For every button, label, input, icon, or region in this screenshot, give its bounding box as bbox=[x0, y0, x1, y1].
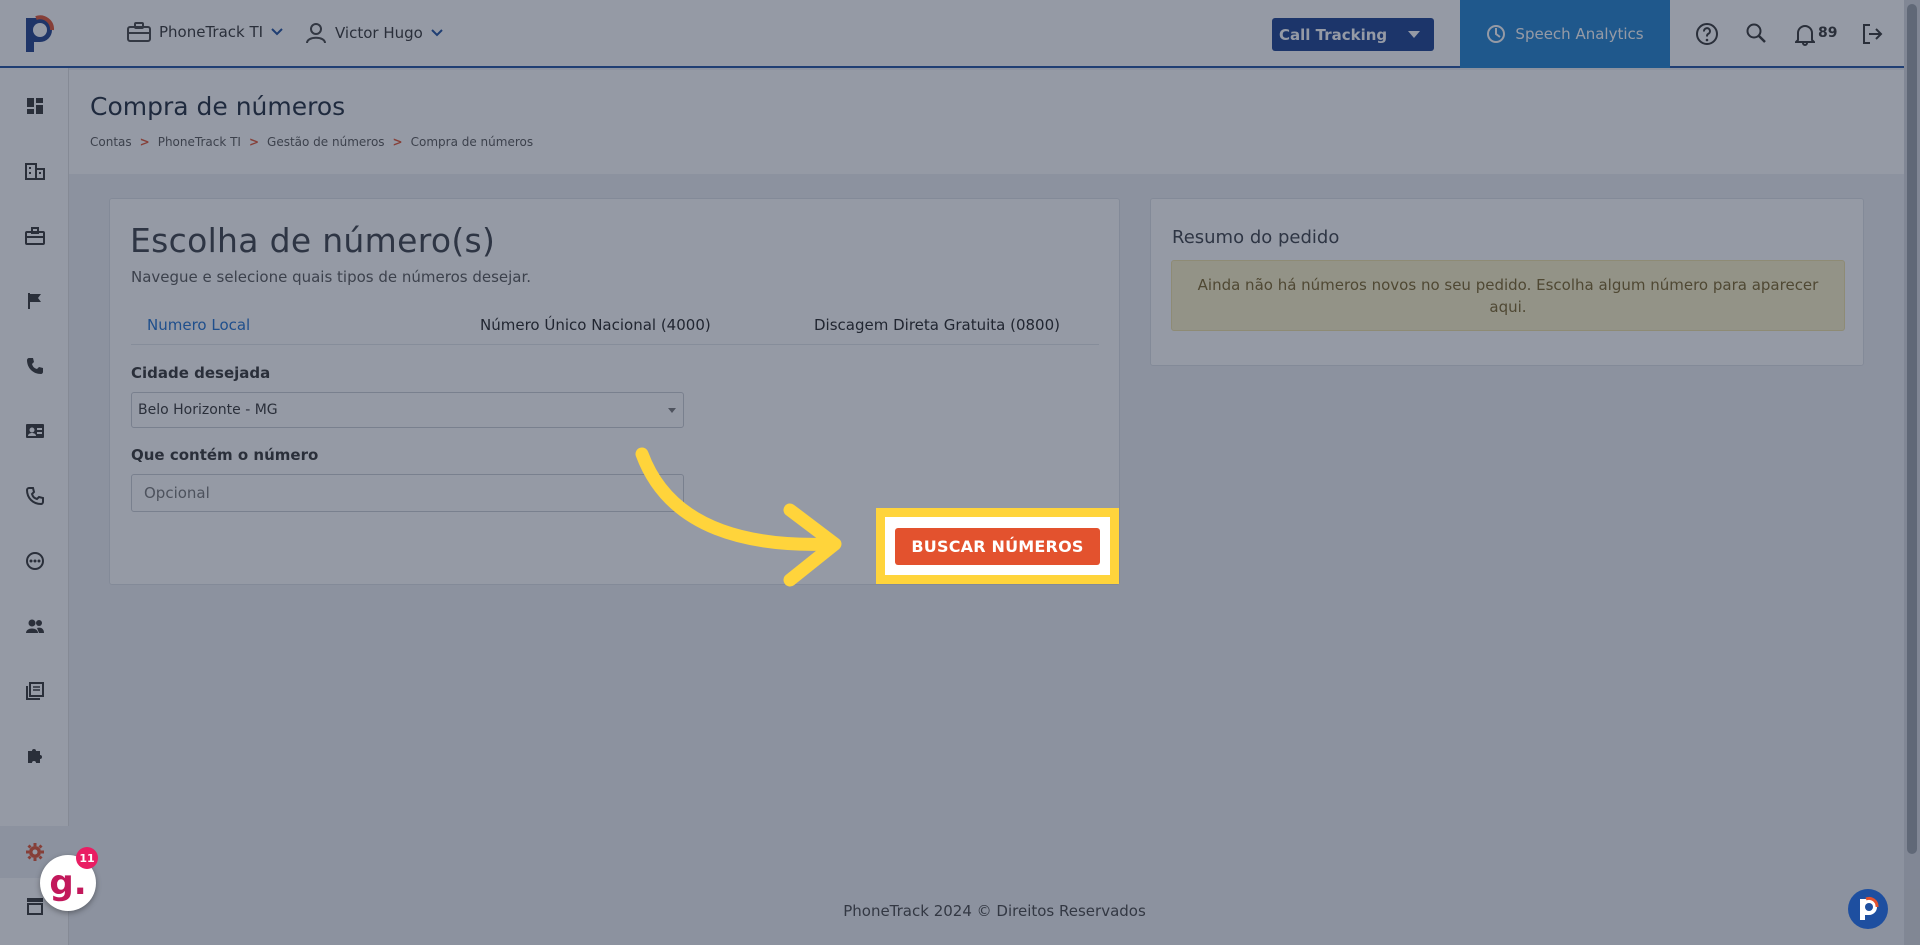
support-chat-button[interactable] bbox=[1848, 889, 1888, 929]
pointer-arrow-icon bbox=[635, 447, 842, 587]
dim-overlay bbox=[0, 0, 1920, 945]
phonetrack-chat-icon bbox=[1860, 896, 1879, 920]
search-numbers-button[interactable]: BUSCAR NÚMEROS bbox=[895, 528, 1100, 565]
guide-widget-count: 11 bbox=[76, 847, 98, 869]
guide-widget-logo: g. bbox=[49, 863, 87, 903]
